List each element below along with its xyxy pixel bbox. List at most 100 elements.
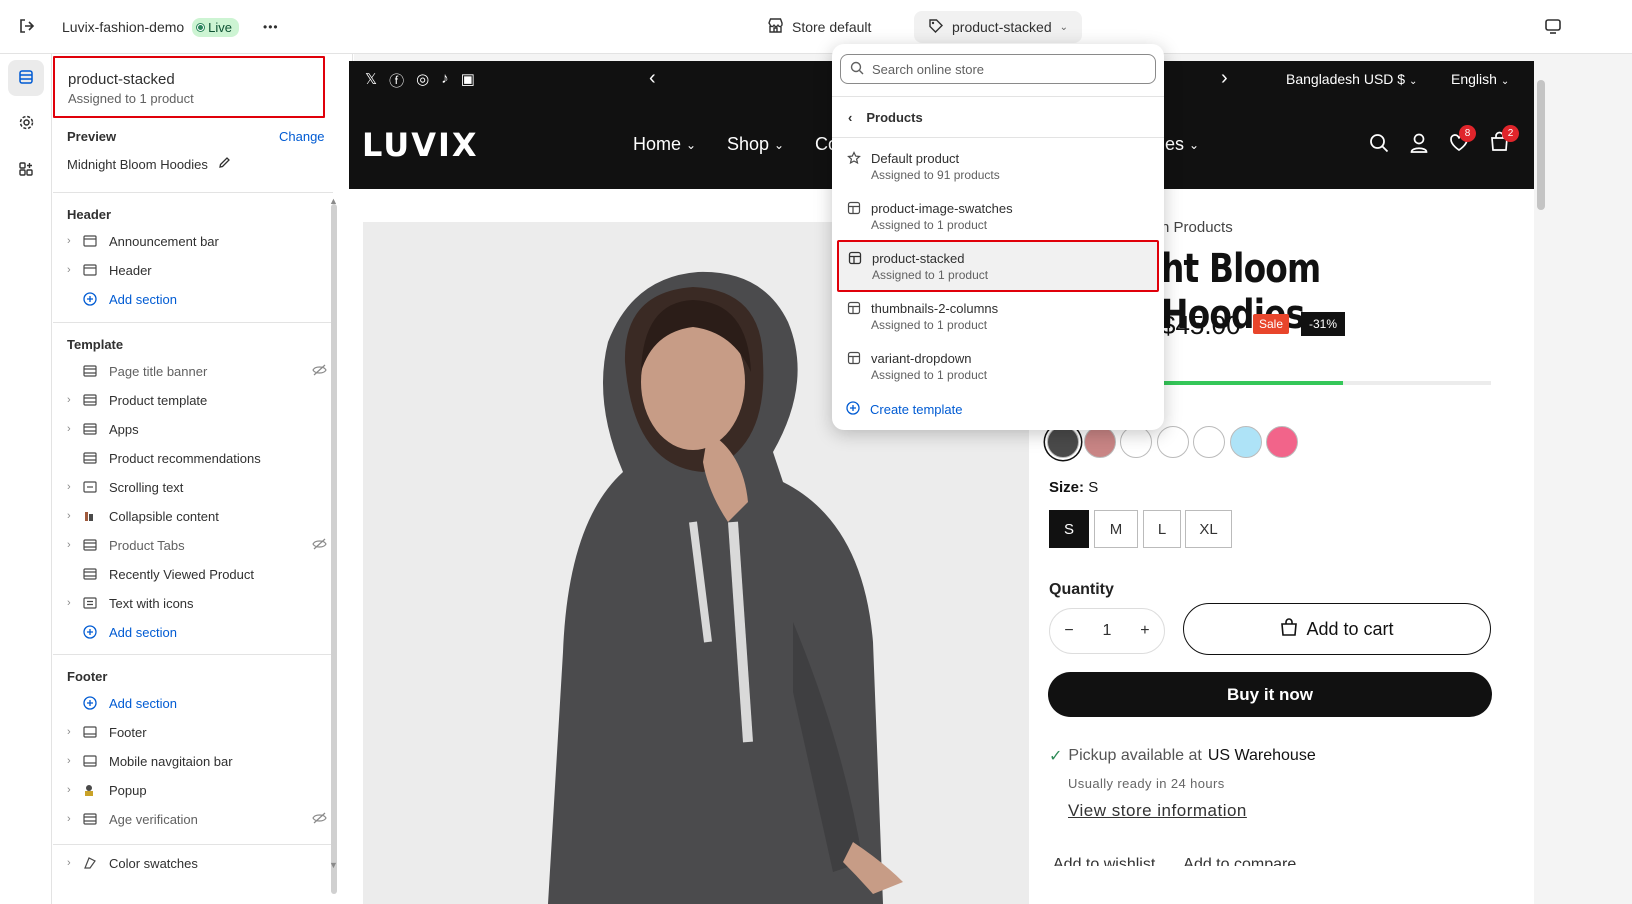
chevron-right-icon: › xyxy=(67,539,71,551)
cart-count-badge: 2 xyxy=(1502,125,1519,142)
eye-slash-icon[interactable] xyxy=(312,812,327,827)
device-preview-button[interactable] xyxy=(1544,14,1562,40)
section-row-product-template[interactable]: › Product template xyxy=(67,387,327,413)
search-icon[interactable] xyxy=(1369,133,1389,156)
wishlist-count-badge: 8 xyxy=(1459,125,1476,142)
add-section-header-button[interactable]: Add section xyxy=(83,286,343,312)
nav-shop[interactable]: Shop ⌄ xyxy=(727,134,784,155)
current-template-assigned: Assigned to 1 product xyxy=(68,91,194,106)
nav-pages[interactable]: es ⌄ xyxy=(1165,134,1199,155)
instagram-icon[interactable]: ◎ xyxy=(416,70,429,91)
size-option-m[interactable]: M xyxy=(1094,510,1138,548)
size-option-xl[interactable]: XL xyxy=(1185,510,1232,548)
account-icon[interactable] xyxy=(1409,132,1429,157)
section-row-scrolling-text[interactable]: › Scrolling text xyxy=(67,474,327,500)
pencil-icon[interactable] xyxy=(218,156,231,172)
theme-settings-button[interactable] xyxy=(8,106,44,142)
template-option-default-product[interactable]: Default product Assigned to 91 products xyxy=(838,142,1158,192)
search-online-store-input[interactable]: Search online store xyxy=(840,54,1156,84)
scroll-up-icon[interactable]: ▲ xyxy=(329,196,338,206)
plus-circle-icon xyxy=(83,625,103,639)
pickup-location: US Warehouse xyxy=(1207,747,1316,764)
size-option-l[interactable]: L xyxy=(1143,510,1181,548)
template-option-assigned: Assigned to 1 product xyxy=(871,368,988,382)
color-swatch[interactable] xyxy=(1047,426,1079,458)
quantity-value[interactable]: 1 xyxy=(1103,622,1112,640)
change-preview-button[interactable]: Change xyxy=(279,129,325,144)
buy-now-button[interactable]: Buy it now xyxy=(1048,672,1492,717)
template-option-name: product-stacked xyxy=(872,251,965,266)
view-store-information-link[interactable]: View store information xyxy=(1068,801,1247,821)
color-swatch[interactable] xyxy=(1156,426,1189,458)
section-row-recently-viewed[interactable]: Recently Viewed Product xyxy=(67,561,327,587)
facebook-icon[interactable]: ⓕ xyxy=(389,70,404,91)
template-option-variant-dropdown[interactable]: variant-dropdown Assigned to 1 product xyxy=(838,342,1158,392)
template-option-product-image-swatches[interactable]: product-image-swatches Assigned to 1 prod… xyxy=(838,192,1158,242)
store-logo[interactable]: LUVIX xyxy=(362,126,479,164)
language-selector[interactable]: English ⌄ xyxy=(1451,71,1509,87)
add-section-template-button[interactable]: Add section xyxy=(83,619,343,645)
linkedin-icon[interactable]: ▣ xyxy=(461,70,475,91)
more-actions-button[interactable]: ••• xyxy=(263,20,279,34)
section-row-popup[interactable]: › Popup xyxy=(67,777,327,803)
nav-home[interactable]: Home ⌄ xyxy=(633,134,696,155)
section-row-product-tabs[interactable]: › Product Tabs xyxy=(67,532,327,558)
currency-selector[interactable]: Bangladesh USD $ ⌄ xyxy=(1286,71,1417,87)
announcement-prev-icon[interactable]: ‹ xyxy=(649,67,656,90)
template-option-name: product-image-swatches xyxy=(871,201,1013,216)
section-row-apps[interactable]: › Apps xyxy=(67,416,327,442)
template-selector[interactable]: product-stacked ⌄ xyxy=(914,11,1082,43)
selected-size: S xyxy=(1088,479,1099,496)
color-swatch[interactable] xyxy=(1266,426,1298,458)
apps-nav-button[interactable] xyxy=(8,152,44,188)
eye-slash-icon[interactable] xyxy=(312,364,327,379)
template-option-product-stacked[interactable]: product-stacked Assigned to 1 product xyxy=(837,240,1159,292)
store-default-button[interactable]: Store default xyxy=(767,14,871,40)
preview-scrollbar[interactable] xyxy=(1537,80,1545,210)
size-option-s[interactable]: S xyxy=(1049,510,1089,548)
exit-button[interactable] xyxy=(18,14,36,40)
section-row-color-swatches[interactable]: › Color swatches xyxy=(67,850,327,876)
section-row-age-verification[interactable]: › Age verification xyxy=(67,806,327,832)
template-option-thumbnails-2-columns[interactable]: thumbnails-2-columns Assigned to 1 produc… xyxy=(838,292,1158,342)
add-to-cart-button[interactable]: Add to cart xyxy=(1183,603,1491,655)
add-section-footer-button[interactable]: Add section xyxy=(83,690,343,716)
section-row-collapsible-content[interactable]: › Collapsible content xyxy=(67,503,327,529)
chevron-right-icon: › xyxy=(67,813,71,825)
add-to-compare-link[interactable]: Add to compare xyxy=(1183,856,1296,866)
products-back-button[interactable]: ‹ Products xyxy=(848,110,923,125)
layout-icon xyxy=(847,351,871,368)
current-template-box[interactable]: product-stacked Assigned to 1 product xyxy=(53,56,325,118)
color-swatch[interactable] xyxy=(1193,426,1225,458)
add-to-wishlist-link[interactable]: Add to wishlist xyxy=(1053,856,1155,866)
section-row-mobile-navigation[interactable]: › Mobile navgitaion bar xyxy=(67,748,327,774)
section-row-announcement-bar[interactable]: › Announcement bar xyxy=(67,228,327,254)
section-row-text-with-icons[interactable]: › Text with icons xyxy=(67,590,327,616)
section-row-header[interactable]: › Header xyxy=(67,257,327,283)
x-icon[interactable]: 𝕏 xyxy=(365,70,377,91)
size-label-row: Size: S xyxy=(1049,479,1098,496)
scroll-down-icon[interactable]: ▼ xyxy=(329,860,338,870)
section-row-footer[interactable]: › Footer xyxy=(67,719,327,745)
discount-badge: -31% xyxy=(1301,312,1346,336)
create-template-label: Create template xyxy=(870,402,963,417)
section-label: Product recommendations xyxy=(109,450,261,466)
color-swatch[interactable] xyxy=(1229,426,1262,458)
chevron-right-icon: › xyxy=(67,423,71,435)
section-row-page-title-banner[interactable]: Page title banner xyxy=(67,358,327,384)
divider xyxy=(53,654,333,655)
quantity-plus-button[interactable]: + xyxy=(1140,622,1149,640)
add-section-label: Add section xyxy=(109,624,177,640)
tiktok-icon[interactable]: ♪ xyxy=(441,70,449,91)
create-template-button[interactable]: Create template xyxy=(846,401,963,418)
sidebar-scrollbar[interactable] xyxy=(331,204,337,894)
color-swatch[interactable] xyxy=(1120,426,1152,458)
sections-nav-button[interactable] xyxy=(8,60,44,96)
divider xyxy=(832,137,1164,138)
monitor-icon xyxy=(1544,17,1562,38)
color-swatch[interactable] xyxy=(1083,426,1116,458)
eye-slash-icon[interactable] xyxy=(312,538,327,553)
quantity-minus-button[interactable]: − xyxy=(1064,622,1073,640)
announcement-next-icon[interactable]: › xyxy=(1221,67,1228,90)
section-row-product-recommendations[interactable]: Product recommendations xyxy=(67,445,327,471)
